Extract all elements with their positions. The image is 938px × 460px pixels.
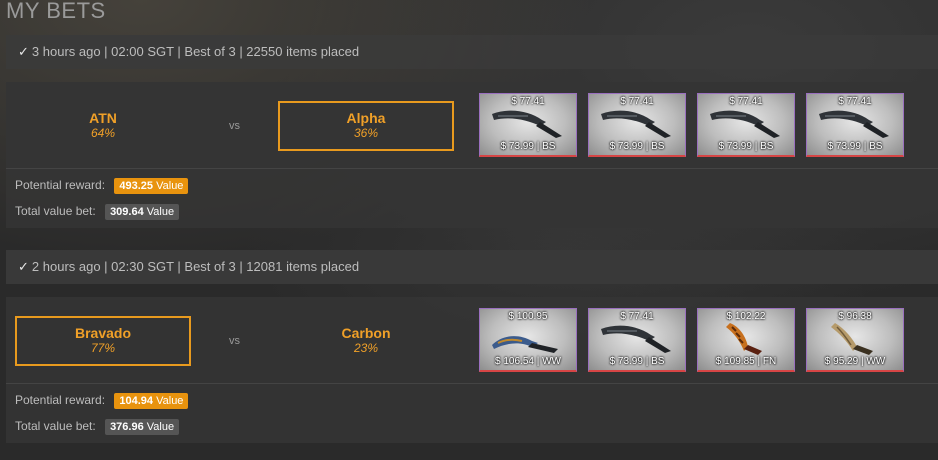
bet-item[interactable]: $ 77.41 $ 73.99 | BS [588, 308, 686, 372]
value-word: Value [156, 180, 184, 192]
potential-reward-label: Potential reward: [15, 178, 106, 193]
vs-label: vs [229, 120, 240, 132]
page-title: MY BETS [6, 0, 106, 23]
knife-icon [601, 110, 671, 138]
bet-item[interactable]: $ 100.95 $ 106.54 | WW [479, 308, 577, 372]
divider [6, 383, 938, 384]
item-value-condition: $ 95.29 | WW [824, 356, 886, 367]
team-left[interactable]: ATN 64% [15, 101, 191, 151]
bet-item[interactable]: $ 77.41 $ 73.99 | BS [588, 93, 686, 157]
potential-reward-label: Potential reward: [15, 393, 106, 408]
bet-item[interactable]: $ 102.22 $ 109.85 | FN [697, 308, 795, 372]
potential-reward-row: Potential reward: 493.25 Value [15, 178, 189, 194]
total-bet-value: 309.64 [110, 206, 144, 218]
team-name: Carbon [341, 325, 391, 341]
item-value-condition: $ 106.54 | WW [495, 356, 561, 367]
divider [6, 168, 938, 169]
value-word: Value [146, 421, 175, 433]
total-bet-value: 376.96 [110, 421, 144, 433]
total-bet-label: Total value bet: [15, 419, 96, 434]
knife-icon [726, 323, 762, 355]
item-value-condition: $ 73.99 | BS [609, 141, 665, 152]
potential-reward-row: Potential reward: 104.94 Value [15, 393, 189, 409]
bet-panel: ATN 64% vs Alpha 36% $ 77.41 $ 73.99 | B… [6, 82, 938, 228]
total-bet-badge: 309.64 Value [105, 204, 180, 220]
total-bet-row: Total value bet: 309.64 Value [15, 204, 180, 220]
total-bet-badge: 376.96 Value [105, 419, 180, 435]
item-value-condition: $ 73.99 | BS [609, 356, 665, 367]
team-name: Alpha [346, 110, 386, 126]
bet-item[interactable]: $ 77.41 $ 73.99 | BS [806, 93, 904, 157]
match-row: Bravado 77% vs Carbon 23% $ 100.95 $ 106… [6, 297, 938, 383]
value-word: Value [146, 206, 175, 218]
potential-reward-badge: 493.25 Value [114, 178, 189, 194]
team-percentage: 77% [90, 341, 116, 355]
knife-icon [492, 110, 562, 138]
total-bet-row: Total value bet: 376.96 Value [15, 419, 180, 435]
team-right-selected[interactable]: Alpha 36% [278, 101, 454, 151]
potential-reward-value: 104.94 [119, 395, 154, 407]
check-icon: ✓ [18, 259, 29, 274]
team-percentage: 64% [90, 126, 116, 140]
team-left-selected[interactable]: Bravado 77% [15, 316, 191, 366]
team-name: Bravado [74, 325, 132, 341]
team-name: ATN [89, 110, 117, 126]
vs-label: vs [229, 335, 240, 347]
bet-item[interactable]: $ 96.38 $ 95.29 | WW [806, 308, 904, 372]
knife-icon [492, 336, 558, 353]
knife-icon [831, 323, 873, 355]
knife-icon [819, 110, 889, 138]
team-percentage: 36% [353, 126, 379, 140]
bet-header: ✓ 3 hours ago | 02:00 SGT | Best of 3 | 2… [6, 35, 938, 69]
knife-icon [601, 325, 671, 353]
team-percentage: 23% [353, 341, 379, 355]
bet-header: ✓ 2 hours ago | 02:30 SGT | Best of 3 | 1… [6, 250, 938, 284]
team-right[interactable]: Carbon 23% [278, 316, 454, 366]
bet-header-text: 2 hours ago | 02:30 SGT | Best of 3 | 12… [31, 259, 360, 274]
bet-item[interactable]: $ 77.41 $ 73.99 | BS [479, 93, 577, 157]
check-icon: ✓ [18, 44, 29, 59]
match-row: ATN 64% vs Alpha 36% $ 77.41 $ 73.99 | B… [6, 82, 938, 168]
value-word: Value [156, 395, 184, 407]
item-value-condition: $ 73.99 | BS [500, 141, 556, 152]
item-value-condition: $ 73.99 | BS [827, 141, 883, 152]
knife-icon [710, 110, 780, 138]
potential-reward-value: 493.25 [119, 180, 154, 192]
item-value-condition: $ 109.85 | FN [715, 356, 777, 367]
bet-item[interactable]: $ 77.41 $ 73.99 | BS [697, 93, 795, 157]
potential-reward-badge: 104.94 Value [114, 393, 189, 409]
item-value-condition: $ 73.99 | BS [718, 141, 774, 152]
bet-header-text: 3 hours ago | 02:00 SGT | Best of 3 | 22… [31, 44, 360, 59]
total-bet-label: Total value bet: [15, 204, 96, 219]
bet-panel: Bravado 77% vs Carbon 23% $ 100.95 $ 106… [6, 297, 938, 443]
